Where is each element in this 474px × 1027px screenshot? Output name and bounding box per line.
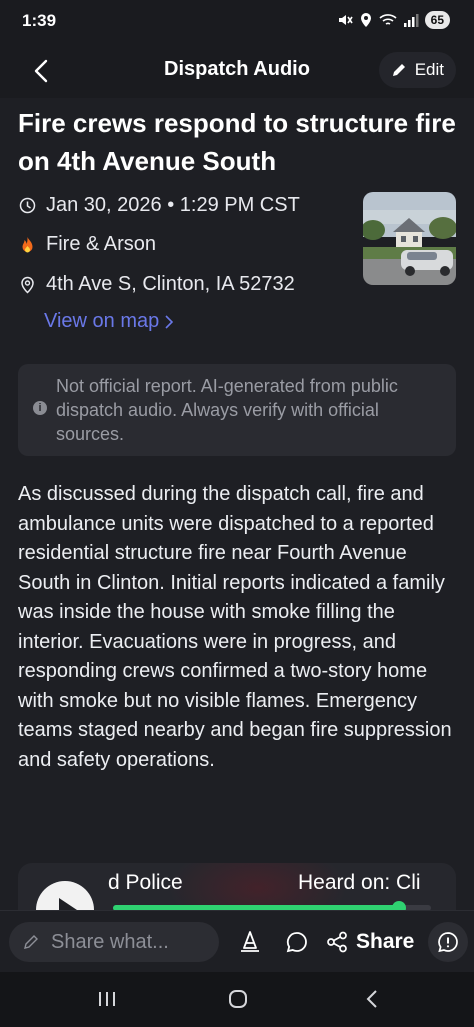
category-text: Fire & Arson [46,233,157,255]
fire-icon [22,236,32,252]
comment-button[interactable] [282,925,312,959]
alert-icon [438,932,458,953]
recents-icon [99,992,115,1006]
share-label: Share [356,930,415,953]
status-bar: 1:39 65 [0,0,474,44]
report-button[interactable] [428,922,468,962]
share-icon [327,931,347,953]
play-button[interactable] [36,881,94,910]
location-icon [360,13,371,27]
street-photo [363,192,456,285]
location-pin-icon [20,276,34,294]
mute-icon [338,15,353,25]
ai-disclaimer-notice: i Not official report. AI-generated from… [18,364,456,456]
article-body: As discussed during the dispatch call, f… [18,483,452,771]
back-nav-icon [366,990,377,1008]
bottom-action-bar: Share what... Share [0,910,474,972]
share-input[interactable]: Share what... [9,922,219,962]
recents-button[interactable] [87,984,127,1014]
location-thumbnail[interactable] [363,192,456,285]
address-text: 4th Ave S, Clinton, IA 52732 [46,273,295,295]
meta-category: Fire & Arson [18,233,156,256]
article-content: Fire crews respond to structure fire on … [0,98,474,910]
info-icon: i [33,401,47,415]
heard-on-label: Heard on: Cli [298,871,421,894]
status-time: 1:39 [22,11,57,30]
chevron-right-icon [165,314,174,329]
app-bar: Dispatch Audio Edit [0,44,474,98]
article-title: Fire crews respond to structure fire on … [18,108,456,176]
disclaimer-text: Not official report. AI-generated from p… [56,376,398,444]
edit-button[interactable]: Edit [378,52,456,88]
view-on-map-link[interactable]: View on map [44,310,174,333]
comment-icon [286,932,307,953]
meta-address: 4th Ave S, Clinton, IA 52732 [18,273,295,296]
share-placeholder: Share what... [51,930,169,953]
audio-progress-knob[interactable] [392,901,407,910]
edit-label: Edit [414,60,444,79]
map-link-label: View on map [44,310,160,332]
audio-player-card[interactable]: d Police Heard on: Cli [18,863,456,910]
thumbs-down-icon [241,931,259,952]
wifi-icon [379,14,397,25]
signal-icon [403,14,419,27]
system-nav-bar [0,972,474,1027]
share-button[interactable]: Share [326,925,414,959]
battery-indicator: 65 [424,11,450,29]
status-icons: 65 [337,11,450,29]
react-button[interactable] [234,925,266,959]
datetime-text: Jan 30, 2026 • 1:29 PM CST [46,194,300,216]
home-button[interactable] [218,984,258,1014]
meta-datetime: Jan 30, 2026 • 1:29 PM CST [18,194,300,217]
home-icon [229,990,247,1008]
pencil-icon [392,64,405,76]
pencil-outline-icon [24,935,38,949]
clock-icon [19,197,35,214]
back-nav-button[interactable] [352,984,392,1014]
audio-channel-label: d Police [108,871,183,894]
